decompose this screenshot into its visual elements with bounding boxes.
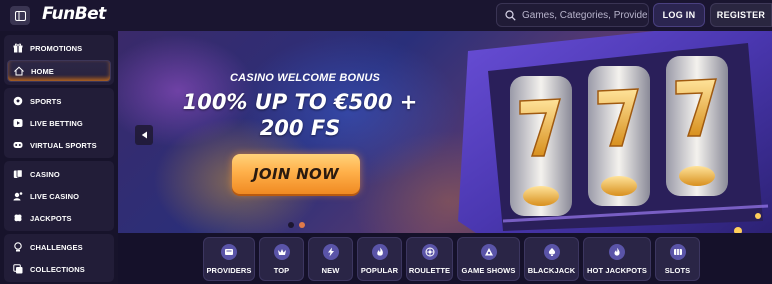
promo-subtitle: CASINO WELCOME BONUS xyxy=(230,72,381,84)
home-icon xyxy=(14,66,24,76)
category-label: HOT JACKPOTS xyxy=(587,266,647,275)
category-roulette[interactable]: ROULETTE xyxy=(406,237,453,281)
sidebar-item-live-casino[interactable]: LIVE CASINO xyxy=(4,185,114,207)
sidebar-item-promotions[interactable]: PROMOTIONS xyxy=(4,37,114,59)
category-label: BLACKJACK xyxy=(527,266,576,275)
game-shows-icon xyxy=(480,244,497,260)
slots-icon xyxy=(669,244,686,260)
category-blackjack[interactable]: BLACKJACK xyxy=(524,237,579,281)
search-box[interactable] xyxy=(496,3,649,27)
register-button[interactable]: REGISTER xyxy=(710,3,772,27)
sidebar-item-label: VIRTUAL SPORTS xyxy=(30,140,97,150)
category-new[interactable]: NEW xyxy=(308,237,353,281)
sidebar-toggle-button[interactable] xyxy=(10,6,30,25)
soccer-ball-icon xyxy=(13,96,23,106)
sidebar-item-jackpots[interactable]: JACKPOTS xyxy=(4,207,114,229)
sidebar-item-label: SPORTS xyxy=(30,96,62,106)
sidebar-item-label: JACKPOTS xyxy=(30,213,72,223)
sidebar-item-home[interactable]: HOME xyxy=(7,60,111,82)
sidebar-group-main: PROMOTIONS HOME xyxy=(4,35,114,85)
sidebar-item-sports[interactable]: SPORTS xyxy=(4,90,114,112)
play-icon xyxy=(13,118,23,128)
sidebar-item-virtual-sports[interactable]: VIRTUAL SPORTS xyxy=(4,134,114,156)
funbet-logo[interactable]: FunBet xyxy=(42,4,106,24)
sidebar-group-casino: CASINO LIVE CASINO JACKPOTS xyxy=(4,161,114,231)
carousel-dot-active[interactable] xyxy=(299,222,305,228)
sidebar-item-label: CHALLENGES xyxy=(30,242,83,252)
clover-icon xyxy=(13,213,23,223)
live-casino-icon xyxy=(13,191,23,201)
category-game-shows[interactable]: GAME SHOWS xyxy=(457,237,520,281)
slot-machine-illustration xyxy=(458,31,772,233)
category-popular[interactable]: POPULAR xyxy=(357,237,402,281)
sidebar-item-label: CASINO xyxy=(30,169,60,179)
sidebar-item-label: LIVE CASINO xyxy=(30,191,80,201)
category-top[interactable]: TOP xyxy=(259,237,304,281)
search-input[interactable] xyxy=(522,9,647,21)
collections-icon xyxy=(13,264,23,274)
category-label: GAME SHOWS xyxy=(461,266,516,275)
carousel-dot[interactable] xyxy=(288,222,294,228)
virtual-icon xyxy=(13,140,23,150)
category-slots[interactable]: SLOTS xyxy=(655,237,700,281)
category-bar: PROVIDERS TOP NEW POPULAR ROULETTE GAME … xyxy=(118,233,772,284)
carousel-dots xyxy=(288,222,305,228)
category-label: TOP xyxy=(273,266,290,275)
roulette-icon xyxy=(421,244,438,260)
sidebar-item-label: COLLECTIONS xyxy=(30,264,85,274)
category-label: PROVIDERS xyxy=(206,266,252,275)
gift-icon xyxy=(13,43,23,53)
top-header: FunBet LOG IN REGISTER xyxy=(0,0,772,31)
hero-banner[interactable]: CASINO WELCOME BONUS 100% UP TO €500 + 2… xyxy=(118,31,772,233)
banner-prev-button[interactable] xyxy=(135,125,153,145)
sidebar-item-collections[interactable]: COLLECTIONS xyxy=(4,258,114,280)
trophy-icon xyxy=(13,242,23,252)
sidebar: PROMOTIONS HOME SPORTS LIVE BETTING VIRT… xyxy=(0,31,118,284)
sidebar-item-label: LIVE BETTING xyxy=(30,118,83,128)
category-hot-jackpots[interactable]: HOT JACKPOTS xyxy=(583,237,651,281)
sidebar-item-live-betting[interactable]: LIVE BETTING xyxy=(4,112,114,134)
category-label: POPULAR xyxy=(360,266,399,275)
sidebar-item-label: HOME xyxy=(31,66,54,76)
join-now-button[interactable]: JOIN NOW xyxy=(232,154,360,194)
flame-icon xyxy=(371,244,388,260)
cards-icon xyxy=(13,169,23,179)
category-label: SLOTS xyxy=(664,266,691,275)
login-button[interactable]: LOG IN xyxy=(653,3,705,27)
promo-title: 100% UP TO €500 + 200 FS xyxy=(182,90,418,140)
crown-icon xyxy=(273,244,290,260)
providers-icon xyxy=(221,244,237,260)
sidebar-toggle-icon xyxy=(14,10,26,21)
hot-jackpot-icon xyxy=(609,244,625,260)
category-label: ROULETTE xyxy=(408,266,451,275)
lightning-icon xyxy=(322,244,339,260)
search-icon xyxy=(505,9,516,21)
sidebar-item-challenges[interactable]: CHALLENGES xyxy=(4,236,114,258)
spade-icon xyxy=(543,244,560,260)
category-label: NEW xyxy=(321,266,340,275)
sidebar-item-casino[interactable]: CASINO xyxy=(4,163,114,185)
sidebar-item-label: PROMOTIONS xyxy=(30,43,83,53)
chevron-left-icon xyxy=(141,131,147,139)
page: FunBet LOG IN REGISTER PROMOTIONS HOME S… xyxy=(0,0,772,284)
sidebar-group-extras: CHALLENGES COLLECTIONS xyxy=(4,234,114,282)
category-providers[interactable]: PROVIDERS xyxy=(203,237,255,281)
sidebar-group-sports: SPORTS LIVE BETTING VIRTUAL SPORTS xyxy=(4,88,114,158)
